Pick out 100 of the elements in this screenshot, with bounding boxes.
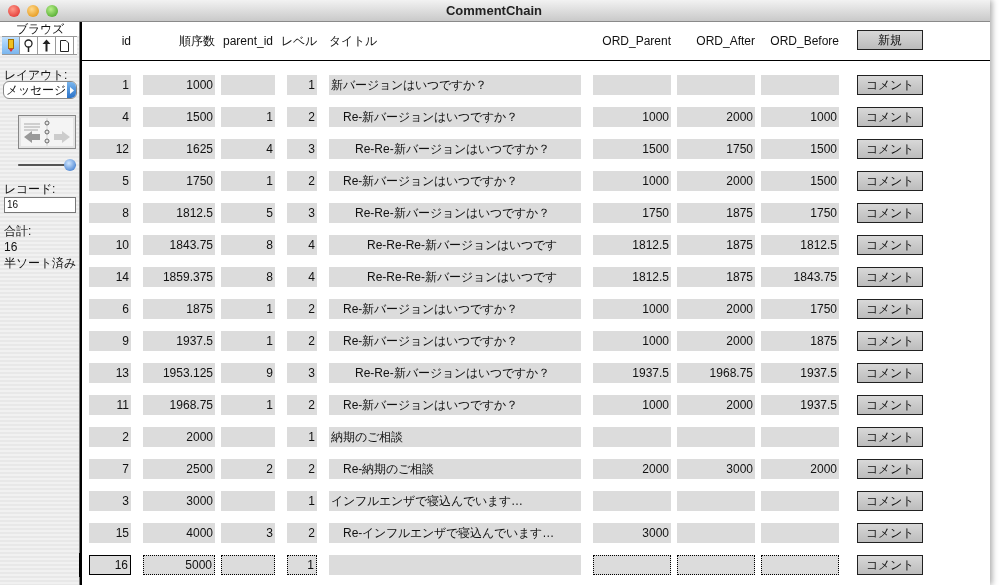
number-field[interactable]: 1812.5 <box>143 203 215 223</box>
number-field[interactable] <box>221 555 275 575</box>
comment-button[interactable]: コメント <box>857 459 923 479</box>
title-field[interactable]: Re-納期のご相談 <box>329 459 581 479</box>
comment-button[interactable]: コメント <box>857 331 923 351</box>
number-field[interactable]: 3 <box>287 363 317 383</box>
number-field[interactable]: 2000 <box>593 459 671 479</box>
record-row[interactable]: 7 2500 2 2 Re-納期のご相談 2000 3000 2000 コメント <box>82 459 990 479</box>
number-field[interactable]: 1750 <box>593 203 671 223</box>
number-field[interactable]: 8 <box>221 235 275 255</box>
number-field[interactable]: 2000 <box>761 459 839 479</box>
comment-button[interactable]: コメント <box>857 139 923 159</box>
number-field[interactable] <box>677 491 755 511</box>
number-field[interactable] <box>593 427 671 447</box>
number-field[interactable]: 1937.5 <box>593 363 671 383</box>
number-field[interactable]: 1500 <box>593 139 671 159</box>
title-field[interactable]: Re-Re-新バージョンはいつですか？ <box>329 203 581 223</box>
number-field[interactable] <box>677 523 755 543</box>
title-field[interactable]: Re-Re-Re-新バージョンはいつです <box>329 267 581 287</box>
comment-button[interactable]: コメント <box>857 267 923 287</box>
number-field[interactable]: 2 <box>287 171 317 191</box>
number-field[interactable]: 1937.5 <box>761 363 839 383</box>
number-field[interactable] <box>593 491 671 511</box>
title-field[interactable]: 納期のご相談 <box>329 427 581 447</box>
number-field[interactable]: 1968.75 <box>143 395 215 415</box>
comment-button[interactable]: コメント <box>857 235 923 255</box>
title-field[interactable]: インフルエンザで寝込んでいます… <box>329 491 581 511</box>
title-field[interactable]: Re-新バージョンはいつですか？ <box>329 331 581 351</box>
number-field[interactable] <box>593 555 671 575</box>
record-row[interactable]: 13 1953.125 9 3 Re-Re-新バージョンはいつですか？ 1937.5 1968.75 1937.5 コメント <box>82 363 990 383</box>
number-field[interactable] <box>761 555 839 575</box>
number-field[interactable]: 9 <box>89 331 131 351</box>
number-field[interactable]: 2000 <box>677 331 755 351</box>
number-field[interactable] <box>221 491 275 511</box>
number-field[interactable]: 12 <box>89 139 131 159</box>
title-field[interactable]: Re-新バージョンはいつですか？ <box>329 395 581 415</box>
number-field[interactable]: 1500 <box>761 139 839 159</box>
number-field[interactable]: 1 <box>221 107 275 127</box>
number-field[interactable]: 1000 <box>593 171 671 191</box>
number-field[interactable]: 2 <box>287 299 317 319</box>
number-field[interactable]: 1000 <box>593 395 671 415</box>
title-field[interactable]: Re-新バージョンはいつですか？ <box>329 299 581 319</box>
number-field[interactable]: 1812.5 <box>593 235 671 255</box>
number-field[interactable]: 1843.75 <box>143 235 215 255</box>
number-field[interactable]: 3 <box>89 491 131 511</box>
number-field[interactable]: 4 <box>221 139 275 159</box>
number-field[interactable]: 4 <box>89 107 131 127</box>
number-field[interactable] <box>221 75 275 95</box>
number-field[interactable] <box>761 491 839 511</box>
minimize-button[interactable] <box>27 4 39 17</box>
title-field[interactable]: Re-Re-Re-新バージョンはいつです <box>329 235 581 255</box>
record-row[interactable]: 5 1750 1 2 Re-新バージョンはいつですか？ 1000 2000 1500 コメント <box>82 171 990 191</box>
new-button[interactable]: 新規 <box>857 30 923 50</box>
number-field[interactable]: 1 <box>287 75 317 95</box>
record-field[interactable]: 16 <box>4 197 76 213</box>
number-field[interactable]: 1968.75 <box>677 363 755 383</box>
number-field[interactable]: 14 <box>89 267 131 287</box>
number-field[interactable]: 2000 <box>677 171 755 191</box>
number-field[interactable]: 2000 <box>143 427 215 447</box>
record-row[interactable]: 8 1812.5 5 3 Re-Re-新バージョンはいつですか？ 1750 1875 1750 コメント <box>82 203 990 223</box>
number-field[interactable]: 5 <box>221 203 275 223</box>
number-field[interactable]: 9 <box>221 363 275 383</box>
title-field[interactable]: Re-Re-新バージョンはいつですか？ <box>329 139 581 159</box>
number-field[interactable]: 2 <box>287 331 317 351</box>
number-field[interactable]: 1000 <box>143 75 215 95</box>
number-field[interactable]: 2000 <box>677 107 755 127</box>
number-field[interactable] <box>761 427 839 447</box>
number-field[interactable]: 4000 <box>143 523 215 543</box>
number-field[interactable]: 1 <box>287 555 317 575</box>
comment-button[interactable]: コメント <box>857 395 923 415</box>
number-field[interactable]: 15 <box>89 523 131 543</box>
number-field[interactable]: 10 <box>89 235 131 255</box>
title-field[interactable]: 新バージョンはいつですか？ <box>329 75 581 95</box>
number-field[interactable]: 1000 <box>593 107 671 127</box>
comment-button[interactable]: コメント <box>857 363 923 383</box>
number-field[interactable]: 1000 <box>761 107 839 127</box>
number-field[interactable] <box>677 75 755 95</box>
title-field[interactable]: Re-新バージョンはいつですか？ <box>329 107 581 127</box>
number-field[interactable] <box>593 75 671 95</box>
number-field[interactable] <box>221 427 275 447</box>
number-field[interactable]: 1 <box>287 427 317 447</box>
number-field[interactable]: 3000 <box>143 491 215 511</box>
number-field[interactable]: 2 <box>221 459 275 479</box>
title-field[interactable]: Re-新バージョンはいつですか？ <box>329 171 581 191</box>
record-row[interactable]: 3 3000 1 インフルエンザで寝込んでいます… コメント <box>82 491 990 511</box>
comment-button[interactable]: コメント <box>857 107 923 127</box>
number-field[interactable]: 1875 <box>677 267 755 287</box>
comment-button[interactable]: コメント <box>857 555 923 575</box>
comment-button[interactable]: コメント <box>857 299 923 319</box>
number-field[interactable] <box>761 75 839 95</box>
number-field[interactable]: 1750 <box>143 171 215 191</box>
number-field[interactable] <box>761 523 839 543</box>
record-row[interactable]: 16 5000 1 コメント <box>82 555 990 575</box>
comment-button[interactable]: コメント <box>857 523 923 543</box>
title-field[interactable]: Re-Re-新バージョンはいつですか？ <box>329 363 581 383</box>
number-field[interactable]: 7 <box>89 459 131 479</box>
number-field[interactable] <box>677 427 755 447</box>
number-field[interactable]: 13 <box>89 363 131 383</box>
number-field[interactable]: 11 <box>89 395 131 415</box>
number-field[interactable]: 1953.125 <box>143 363 215 383</box>
